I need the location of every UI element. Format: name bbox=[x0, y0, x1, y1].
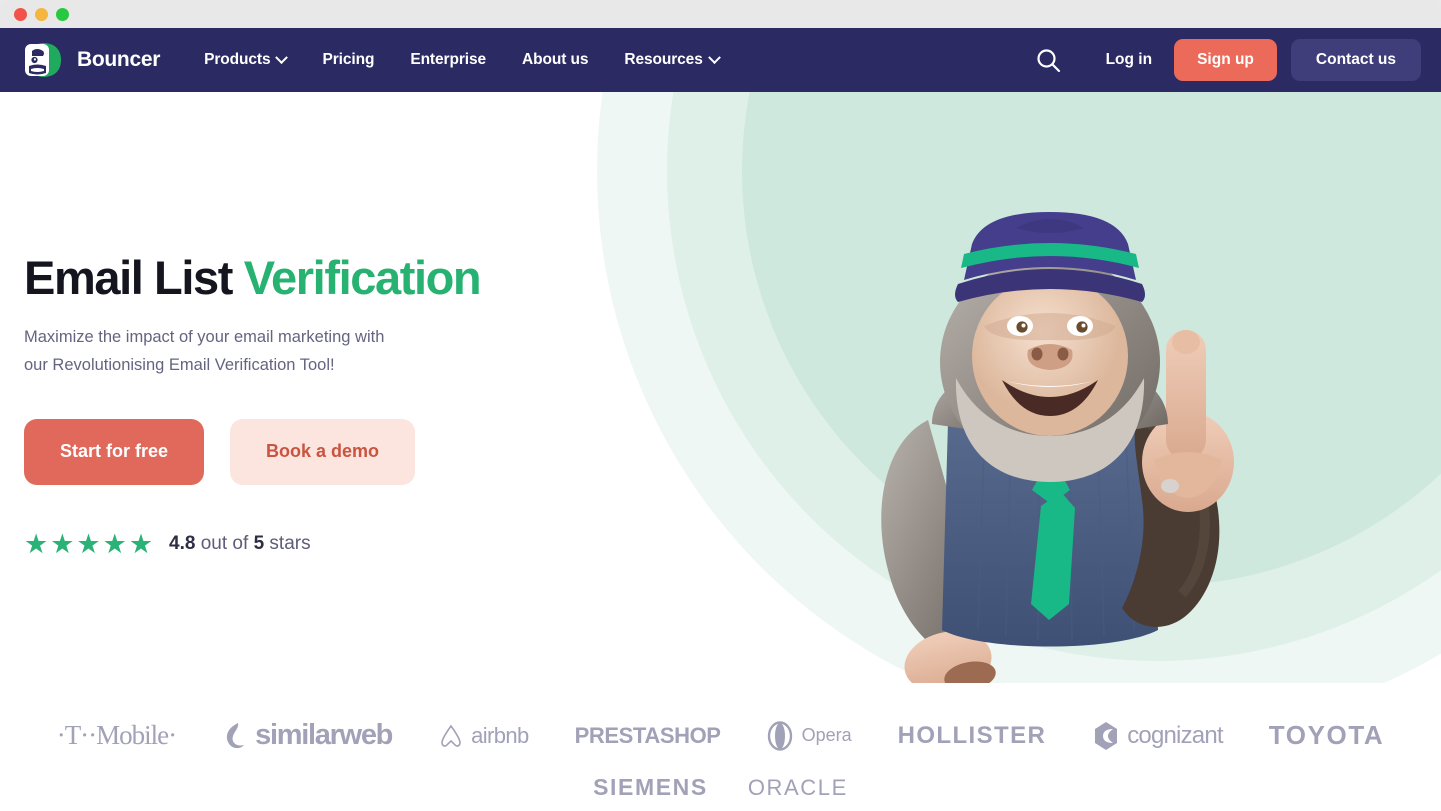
logo-airbnb: airbnb bbox=[438, 723, 529, 749]
logo-cognizant: cognizant bbox=[1092, 721, 1224, 751]
logo-oracle: ORACLE bbox=[748, 775, 848, 801]
search-icon bbox=[1036, 48, 1060, 72]
bouncer-gorilla-logo-icon bbox=[22, 40, 68, 80]
cognizant-icon bbox=[1095, 721, 1118, 750]
window-maximize-button[interactable] bbox=[56, 7, 69, 21]
gorilla-mascot-illustration bbox=[836, 210, 1266, 683]
contact-us-button[interactable]: Contact us bbox=[1290, 39, 1421, 81]
logo-similarweb: similarweb bbox=[222, 719, 393, 752]
nav-item-pricing[interactable]: Pricing bbox=[304, 28, 392, 92]
start-for-free-button[interactable]: Start for free bbox=[24, 418, 205, 485]
headline-accent: Verification bbox=[243, 251, 482, 304]
nav-item-products[interactable]: Products bbox=[186, 28, 304, 92]
logo-row-secondary: SIEMENS ORACLE bbox=[593, 774, 848, 801]
opera-icon bbox=[767, 720, 792, 751]
logo-cognizant-label: cognizant bbox=[1127, 721, 1223, 749]
rating-badge: ★★★★★ 4.8 out of 5 stars bbox=[24, 528, 564, 559]
logo-prestashop: PRESTASHOP bbox=[575, 723, 721, 749]
logo-hollister-label: HOLLISTER bbox=[897, 721, 1047, 749]
brand-name-label: Bouncer bbox=[77, 48, 161, 71]
hero-subheadline: Maximize the impact of your email market… bbox=[24, 324, 444, 378]
login-link[interactable]: Log in bbox=[1084, 51, 1175, 69]
logo-t-mobile: ·T··Mobile· bbox=[56, 720, 177, 751]
brand-logo-link[interactable]: Bouncer bbox=[22, 40, 160, 80]
similarweb-icon bbox=[227, 722, 245, 748]
logo-siemens: SIEMENS bbox=[593, 774, 708, 801]
customer-logo-strip: ·T··Mobile· similarweb airbnb PRESTASHOP bbox=[0, 683, 1441, 811]
logo-opera-label: Opera bbox=[801, 725, 852, 745]
nav-item-about-us[interactable]: About us bbox=[504, 28, 606, 92]
logo-siemens-label: SIEMENS bbox=[593, 774, 708, 800]
star-rating-icon: ★★★★★ bbox=[24, 528, 156, 559]
rating-middle-text: out of bbox=[200, 533, 249, 555]
logo-row-primary: ·T··Mobile· similarweb airbnb PRESTASHOP bbox=[57, 719, 1385, 752]
window-titlebar bbox=[0, 0, 1441, 28]
logo-prestashop-label: PRESTASHOP bbox=[574, 722, 721, 748]
logo-toyota-label: TOYOTA bbox=[1268, 720, 1385, 750]
chevron-down-icon bbox=[707, 50, 721, 64]
nav-item-enterprise[interactable]: Enterprise bbox=[392, 28, 504, 92]
rating-score: 4.8 bbox=[169, 533, 196, 555]
page-title: Email List Verification bbox=[24, 253, 564, 302]
hero-cta-row: Start for free Book a demo bbox=[24, 418, 564, 485]
nav-item-resources-label: Resources bbox=[624, 51, 703, 68]
hero-section: Email List Verification Maximize the imp… bbox=[0, 92, 1441, 683]
search-button[interactable] bbox=[1013, 28, 1084, 92]
rating-label: 4.8 out of 5 stars bbox=[169, 533, 311, 555]
window-minimize-button[interactable] bbox=[35, 7, 48, 21]
logo-toyota: TOYOTA bbox=[1269, 720, 1385, 751]
logo-opera: Opera bbox=[767, 720, 852, 751]
logo-similarweb-label: similarweb bbox=[255, 719, 393, 751]
nav-item-pricing-label: Pricing bbox=[322, 51, 375, 68]
logo-airbnb-label: airbnb bbox=[471, 722, 529, 748]
logo-hollister: HOLLISTER bbox=[898, 722, 1047, 750]
nav-actions: Log in Sign up Contact us bbox=[1013, 28, 1441, 92]
hero-copy: Email List Verification Maximize the imp… bbox=[24, 253, 564, 558]
logo-t-mobile-label: ·T··Mobile· bbox=[56, 720, 177, 750]
hero-subheadline-line2: our Revolutionising Email Verification T… bbox=[24, 355, 335, 374]
nav-item-about-us-label: About us bbox=[522, 51, 589, 68]
window-close-button[interactable] bbox=[14, 7, 27, 21]
signup-button[interactable]: Sign up bbox=[1174, 39, 1277, 81]
nav-item-resources[interactable]: Resources bbox=[606, 28, 736, 92]
chevron-down-icon bbox=[275, 50, 289, 64]
headline-primary: Email List bbox=[24, 251, 233, 304]
logo-oracle-label: ORACLE bbox=[747, 774, 848, 800]
main-navigation: Bouncer Products Pricing Enterprise Abou… bbox=[0, 28, 1441, 92]
book-a-demo-button[interactable]: Book a demo bbox=[230, 418, 416, 485]
rating-suffix: stars bbox=[269, 533, 311, 555]
browser-viewport: Bouncer Products Pricing Enterprise Abou… bbox=[0, 28, 1441, 811]
nav-item-products-label: Products bbox=[204, 51, 271, 68]
airbnb-icon bbox=[441, 724, 461, 747]
rating-max: 5 bbox=[253, 533, 265, 555]
nav-item-enterprise-label: Enterprise bbox=[410, 51, 486, 68]
hero-subheadline-line1: Maximize the impact of your email market… bbox=[24, 328, 385, 347]
